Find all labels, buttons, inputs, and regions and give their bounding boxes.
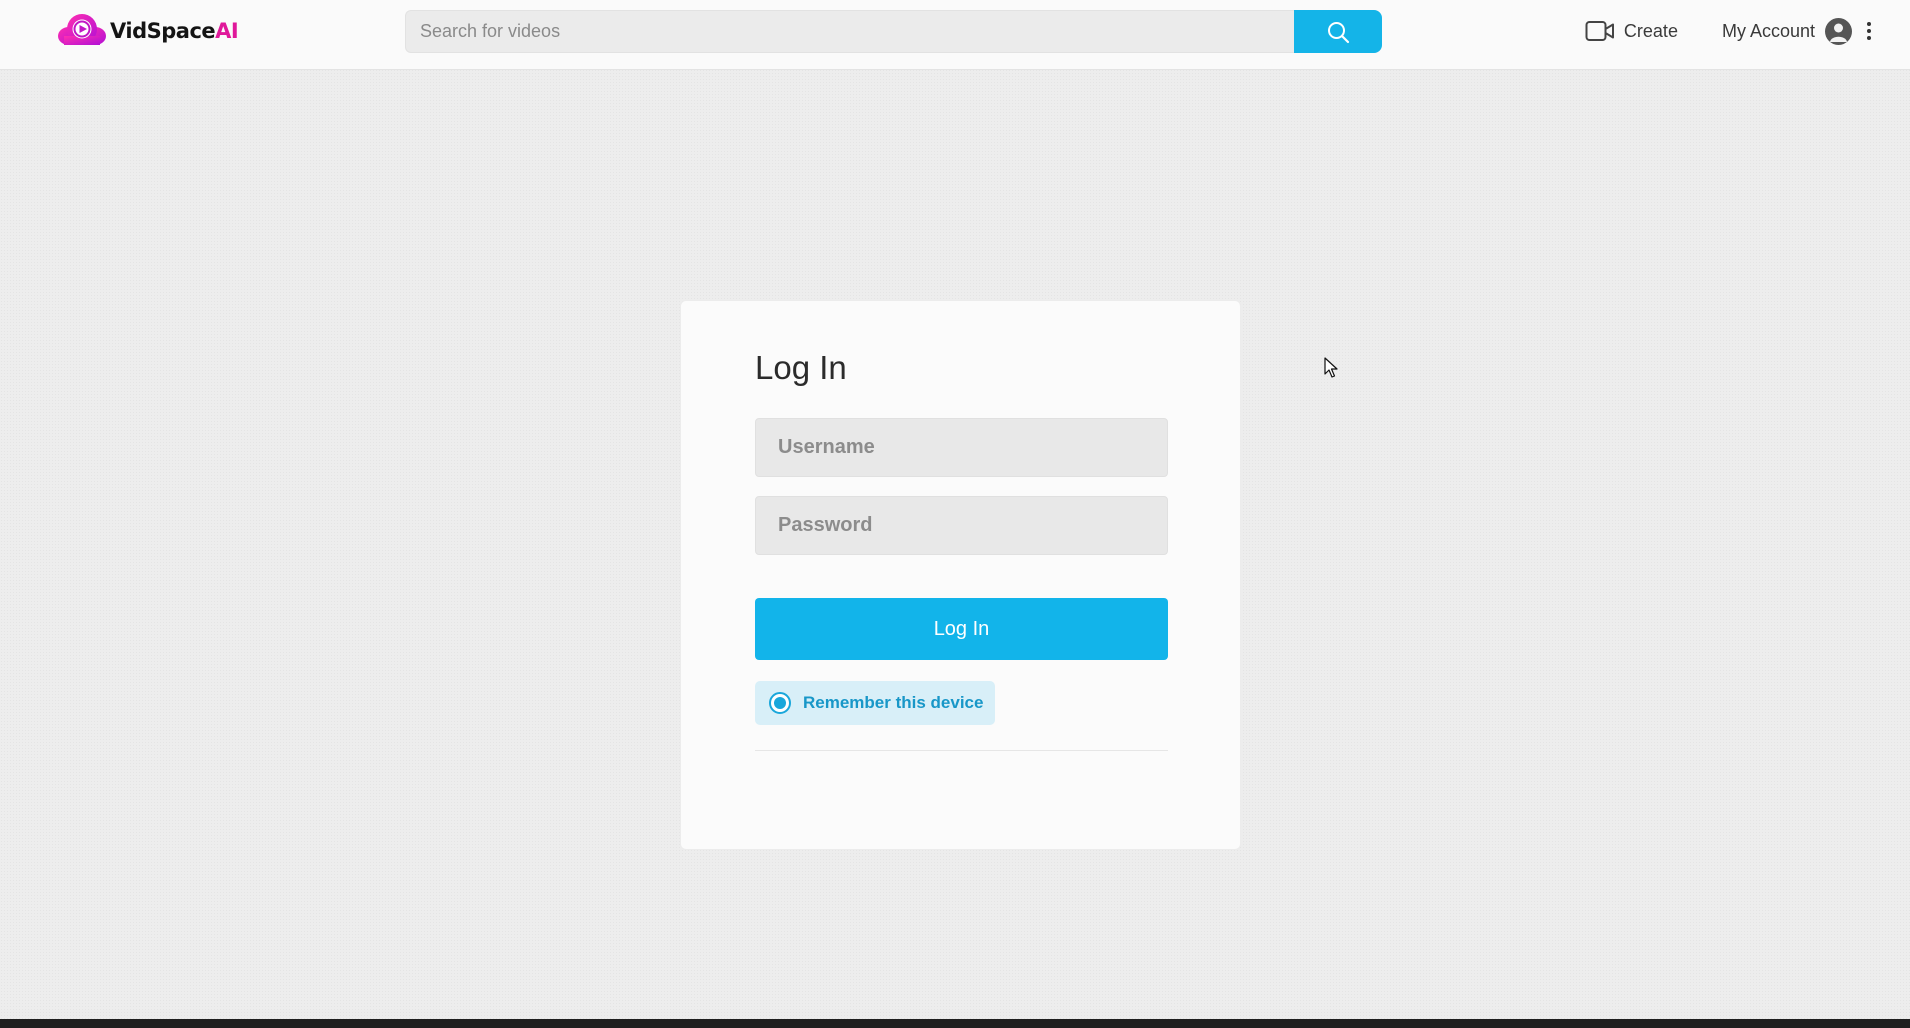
video-camera-icon bbox=[1585, 21, 1614, 41]
header-actions: Create My Account bbox=[1585, 0, 1910, 62]
search-input[interactable] bbox=[405, 10, 1294, 53]
search-icon bbox=[1328, 21, 1350, 43]
login-card: Log In Log In Remember this device bbox=[680, 300, 1241, 850]
brand-name: VidSpaceAI bbox=[110, 19, 239, 43]
more-vertical-icon[interactable] bbox=[1854, 11, 1884, 51]
top-navigation-bar: VidSpaceAI Create My Account bbox=[0, 0, 1910, 70]
brand-suffix: AI bbox=[215, 19, 239, 43]
password-field[interactable] bbox=[755, 496, 1168, 555]
search-button[interactable] bbox=[1294, 10, 1382, 53]
radio-dot bbox=[774, 697, 786, 709]
username-field[interactable] bbox=[755, 418, 1168, 477]
play-cloud-icon bbox=[58, 14, 106, 45]
login-title: Log In bbox=[755, 349, 847, 386]
my-account-link[interactable]: My Account bbox=[1721, 17, 1852, 45]
login-button[interactable]: Log In bbox=[755, 598, 1168, 660]
brand-logo[interactable]: VidSpaceAI bbox=[56, 12, 239, 50]
my-account-label: My Account bbox=[1721, 20, 1815, 41]
search-bar bbox=[405, 10, 1382, 53]
remember-device-label: Remember this device bbox=[803, 693, 984, 712]
user-avatar-icon bbox=[1825, 17, 1852, 45]
create-link[interactable]: Create bbox=[1585, 20, 1678, 42]
radio-selected-icon[interactable] bbox=[769, 692, 791, 714]
bottom-bar bbox=[0, 1019, 1910, 1028]
divider bbox=[755, 750, 1168, 751]
mouse-pointer-icon bbox=[1324, 357, 1338, 378]
remember-device-toggle[interactable]: Remember this device bbox=[755, 681, 996, 725]
create-label: Create bbox=[1623, 20, 1678, 41]
